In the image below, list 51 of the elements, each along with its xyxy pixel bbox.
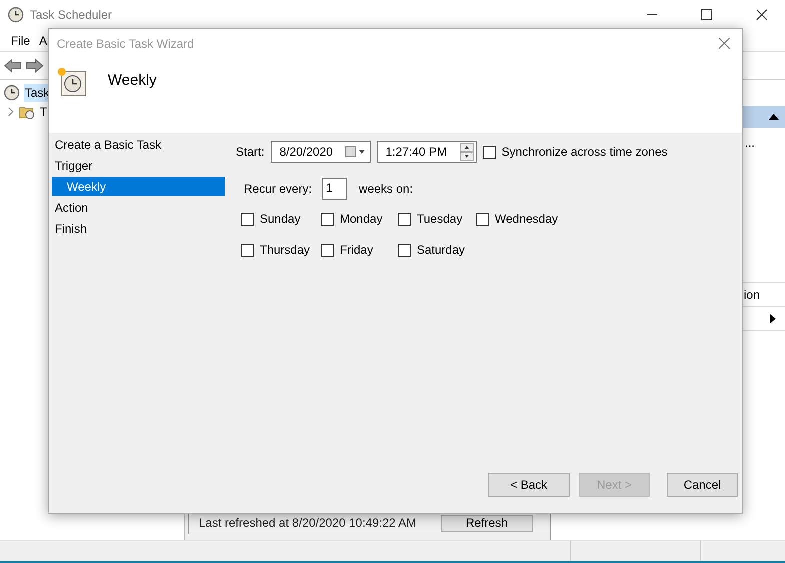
checkbox-label: Synchronize across time zones bbox=[502, 144, 668, 161]
checkbox[interactable] bbox=[398, 212, 411, 226]
forward-arrow-icon[interactable] bbox=[26, 58, 44, 72]
tree-item[interactable]: T bbox=[39, 102, 48, 120]
checkbox[interactable] bbox=[476, 212, 489, 226]
date-picker[interactable]: 8/20/2020 bbox=[270, 141, 371, 163]
collapse-arrow-icon[interactable] bbox=[769, 114, 779, 120]
close-icon[interactable] bbox=[756, 9, 768, 21]
status-text: Last refreshed at 8/20/2020 10:49:22 AM bbox=[199, 515, 418, 532]
day-label: Friday bbox=[340, 242, 374, 259]
wizard-step[interactable]: Create a Basic Task bbox=[52, 135, 225, 154]
day-label: Tuesday bbox=[417, 211, 463, 228]
clock-icon bbox=[4, 84, 20, 100]
window-title: Task Scheduler bbox=[30, 7, 112, 24]
time-field[interactable]: 1:27:40 PM bbox=[376, 141, 477, 163]
action-item[interactable]: ion bbox=[744, 286, 760, 304]
menu-item[interactable]: File bbox=[11, 32, 30, 50]
wizard-step[interactable]: Trigger bbox=[52, 156, 225, 175]
checkbox[interactable] bbox=[321, 212, 334, 226]
recur-input[interactable]: 1 bbox=[322, 178, 348, 200]
chevron-icon[interactable] bbox=[7, 106, 15, 116]
wizard-heading: Weekly bbox=[108, 71, 157, 91]
wizard-step[interactable]: Action bbox=[52, 198, 225, 217]
checkbox[interactable] bbox=[321, 244, 334, 256]
day-label: Sunday bbox=[260, 211, 301, 228]
day-label: Saturday bbox=[417, 242, 466, 259]
day-label: Wednesday bbox=[495, 211, 558, 228]
action-item[interactable]: ... bbox=[744, 134, 755, 152]
recur-label: Recur every: bbox=[244, 181, 312, 198]
recur-suffix: weeks on: bbox=[359, 181, 414, 198]
back-arrow-icon[interactable] bbox=[4, 58, 22, 72]
day-label: Thursday bbox=[260, 242, 310, 259]
maximize-icon[interactable] bbox=[701, 9, 713, 21]
calendar-clock-icon bbox=[56, 66, 88, 98]
submenu-arrow-icon[interactable] bbox=[770, 314, 776, 324]
refresh-button[interactable]: Refresh bbox=[441, 514, 533, 532]
dialog-title: Create Basic Task Wizard bbox=[57, 36, 196, 52]
spinner-icon[interactable] bbox=[460, 143, 474, 161]
checkbox[interactable] bbox=[398, 244, 411, 256]
day-label: Monday bbox=[340, 211, 383, 228]
wizard-step[interactable]: Finish bbox=[52, 219, 225, 238]
wizard-button[interactable]: Cancel bbox=[667, 473, 738, 497]
wizard-step[interactable]: Weekly bbox=[52, 177, 225, 196]
checkbox[interactable] bbox=[482, 146, 496, 158]
menu-item[interactable]: A bbox=[39, 32, 48, 50]
calendar-dropdown-icon[interactable] bbox=[344, 146, 367, 158]
clock-icon bbox=[8, 7, 24, 23]
checkbox[interactable] bbox=[241, 212, 254, 226]
start-label: Start: bbox=[236, 144, 265, 161]
checkbox[interactable] bbox=[241, 244, 254, 256]
wizard-button[interactable]: < Back bbox=[488, 473, 570, 497]
